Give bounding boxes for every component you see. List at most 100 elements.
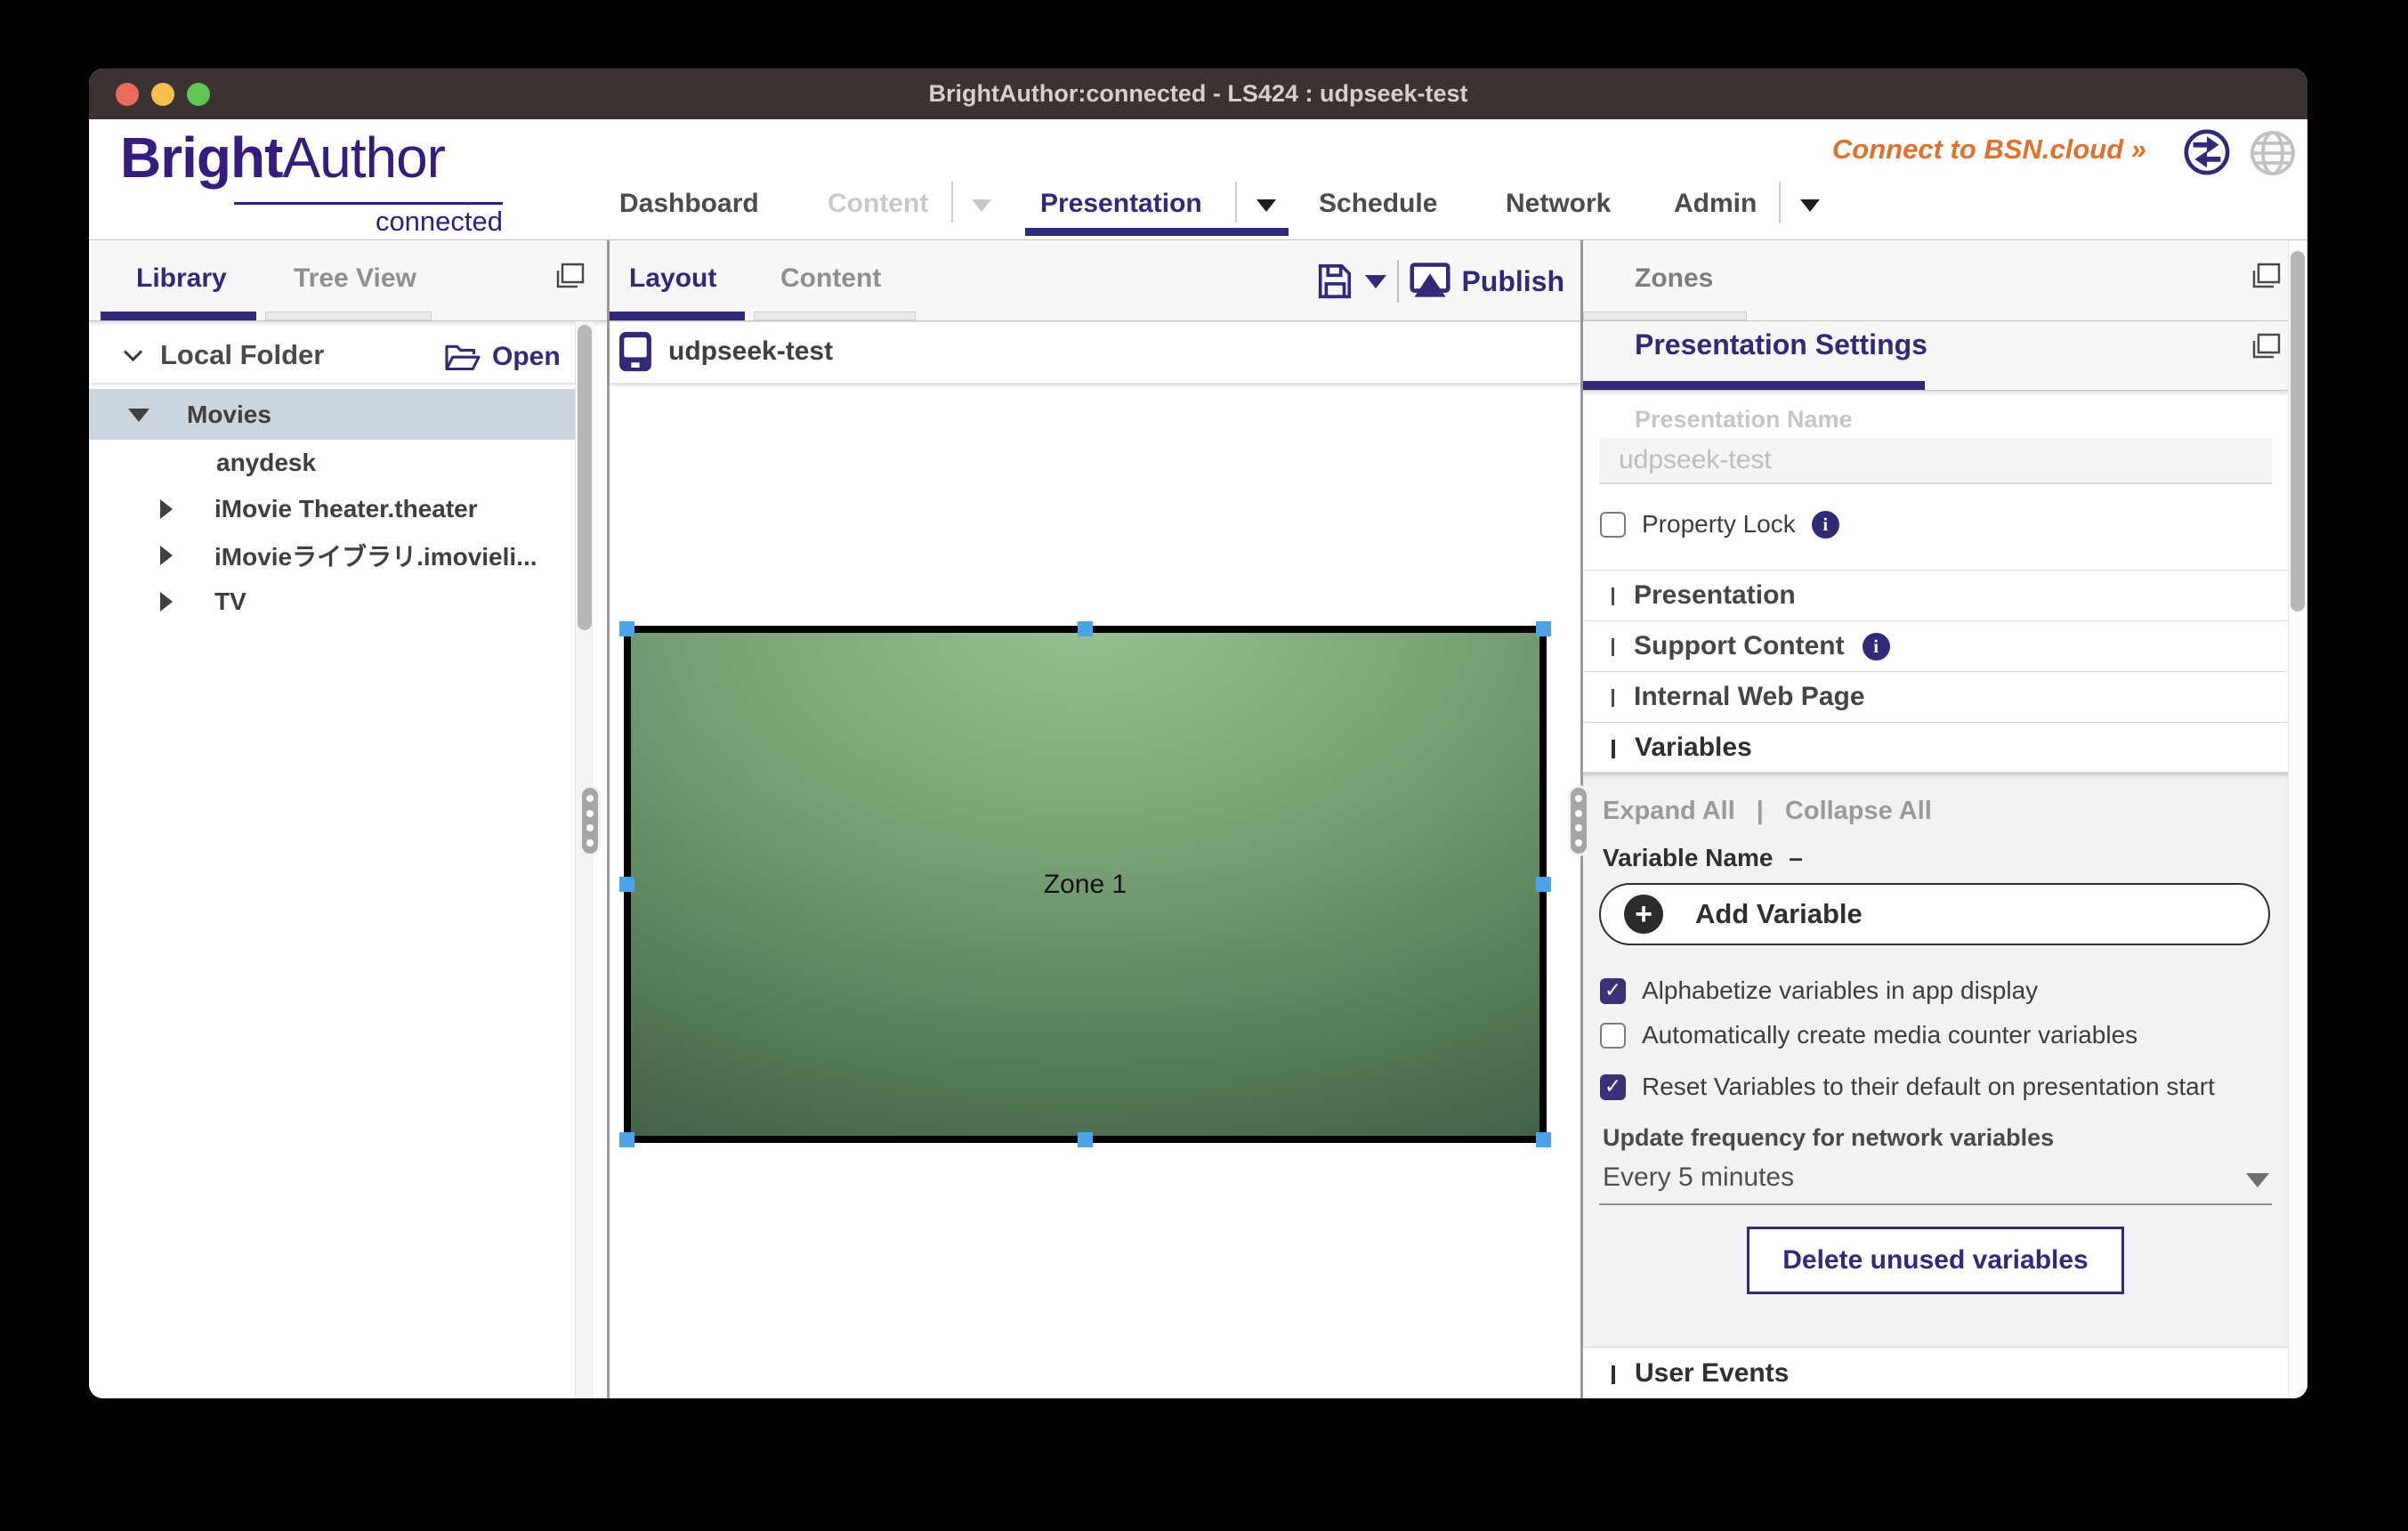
- section-support-content[interactable]: Support Content i: [1583, 620, 2307, 671]
- check-icon: ✓: [1604, 1077, 1621, 1098]
- info-icon[interactable]: i: [1863, 633, 1890, 660]
- settings-scrollbar[interactable]: [2288, 240, 2307, 1398]
- resize-handle-e[interactable]: [1536, 877, 1551, 892]
- triangle-collapsed-icon[interactable]: [160, 546, 173, 565]
- active-nav-underline: [1025, 228, 1289, 236]
- logo-underline: [234, 202, 503, 205]
- local-folder-row: Local Folder Open: [89, 329, 589, 384]
- layout-canvas-panel: Layout Content: [610, 240, 1580, 1398]
- tab-layout[interactable]: Layout: [629, 263, 716, 294]
- section-user-events[interactable]: User Events: [1583, 1347, 2307, 1398]
- folder-open-icon: [443, 341, 482, 373]
- publish-icon[interactable]: [1410, 262, 1450, 301]
- section-label: Support Content: [1634, 631, 1845, 661]
- nav-schedule[interactable]: Schedule: [1319, 189, 1437, 219]
- dropdown-caret-icon[interactable]: [2246, 1173, 2269, 1187]
- triangle-expanded-icon[interactable]: [128, 409, 149, 422]
- triangle-collapsed-icon[interactable]: [160, 592, 173, 612]
- logo-tagline: connected: [234, 206, 503, 238]
- resize-handle-w[interactable]: [619, 877, 634, 892]
- expand-all-link[interactable]: Expand All: [1603, 797, 1735, 826]
- nav-presentation[interactable]: Presentation: [1040, 189, 1202, 219]
- variable-name-sort-header[interactable]: Variable Name –: [1603, 844, 1803, 872]
- info-icon[interactable]: i: [1812, 511, 1839, 539]
- save-icon[interactable]: [1313, 261, 1354, 302]
- collapse-all-link[interactable]: Collapse All: [1785, 797, 1932, 826]
- resize-handle-ne[interactable]: [1536, 621, 1551, 636]
- nav-network[interactable]: Network: [1506, 189, 1611, 219]
- settings-scrollbar-thumb[interactable]: [2291, 251, 2305, 612]
- sidebar-scrollbar-thumb[interactable]: [578, 325, 592, 630]
- tree-item-tv[interactable]: TV: [89, 579, 575, 625]
- tree-item-imovie-theater[interactable]: iMovie Theater.theater: [89, 486, 575, 532]
- titlebar: BrightAuthor:connected - LS424 : udpseek…: [89, 69, 2307, 119]
- zone-1[interactable]: Zone 1: [624, 626, 1547, 1143]
- sidebar-tab-strip: Library Tree View: [89, 240, 607, 321]
- app-window: BrightAuthor:connected - LS424 : udpseek…: [89, 69, 2307, 1398]
- nav-separator: [951, 182, 953, 223]
- window-title: BrightAuthor:connected - LS424 : udpseek…: [89, 69, 2307, 119]
- open-button-label: Open: [492, 342, 561, 372]
- nav-dashboard[interactable]: Dashboard: [619, 189, 759, 219]
- undock-panel-icon[interactable]: [2250, 332, 2283, 360]
- presentation-settings-panel: Zones Presentation Settings Presentation…: [1583, 240, 2307, 1398]
- open-folder-button[interactable]: Open: [443, 329, 561, 384]
- delete-button-label: Delete unused variables: [1782, 1245, 2088, 1276]
- nav-content[interactable]: Content: [828, 189, 928, 219]
- sidebar-scrollbar[interactable]: [575, 321, 594, 1398]
- chevron-down-icon[interactable]: [1257, 199, 1276, 212]
- presentation-name: udpseek-test: [668, 322, 833, 381]
- nav-admin[interactable]: Admin: [1674, 189, 1757, 219]
- check-icon: ✓: [1604, 981, 1621, 1001]
- reset-variables-row: ✓ Reset Variables to their default on pr…: [1600, 1073, 2215, 1101]
- triangle-collapsed-icon[interactable]: [160, 499, 173, 519]
- presentation-name-input[interactable]: [1599, 438, 2272, 484]
- resize-handle-nw[interactable]: [619, 621, 634, 636]
- sidebar-splitter-grip[interactable]: [579, 785, 601, 856]
- chevron-down-icon[interactable]: [124, 343, 142, 361]
- resize-handle-s[interactable]: [1078, 1132, 1093, 1147]
- tab-content[interactable]: Content: [780, 263, 881, 294]
- section-label: Internal Web Page: [1634, 682, 1865, 712]
- update-frequency-select[interactable]: Every 5 minutes: [1603, 1162, 1794, 1193]
- connect-bsn-cloud-link[interactable]: Connect to BSN.cloud »: [1832, 134, 2146, 166]
- resize-handle-n[interactable]: [1078, 621, 1093, 636]
- settings-splitter-grip[interactable]: [1568, 785, 1589, 856]
- update-frequency-label: Update frequency for network variables: [1603, 1124, 2054, 1152]
- add-variable-label: Add Variable: [1695, 898, 1863, 930]
- network-transfer-icon[interactable]: [2183, 128, 2231, 176]
- alphabetize-variables-checkbox[interactable]: ✓: [1600, 978, 1626, 1004]
- add-variable-button[interactable]: + Add Variable: [1599, 883, 2270, 945]
- resize-handle-sw[interactable]: [619, 1132, 634, 1147]
- publish-button[interactable]: Publish: [1461, 265, 1564, 298]
- delete-unused-variables-button[interactable]: Delete unused variables: [1747, 1227, 2124, 1294]
- section-internal-web-page[interactable]: Internal Web Page: [1583, 671, 2307, 722]
- undock-panel-icon[interactable]: [2250, 262, 2283, 290]
- tree-item-anydesk[interactable]: anydesk: [89, 440, 575, 486]
- chevron-right-icon: [1612, 638, 1614, 656]
- property-lock-checkbox[interactable]: [1600, 512, 1626, 538]
- reset-variables-checkbox[interactable]: ✓: [1600, 1074, 1626, 1100]
- settings-tab-indicator: [1583, 381, 1925, 390]
- globe-icon[interactable]: [2248, 128, 2298, 178]
- chevron-down-icon[interactable]: [1800, 199, 1820, 212]
- tree-item-movies[interactable]: Movies: [89, 389, 575, 440]
- undock-panel-icon[interactable]: [554, 262, 586, 290]
- tab-tree-view[interactable]: Tree View: [294, 263, 416, 294]
- tree-item-label: anydesk: [216, 449, 316, 477]
- resize-handle-se[interactable]: [1536, 1132, 1551, 1147]
- tree-item-imovie-library[interactable]: iMovieライブラリ.imovieli...: [89, 532, 575, 579]
- media-counter-variables-checkbox[interactable]: [1600, 1023, 1626, 1049]
- tab-library[interactable]: Library: [136, 263, 227, 294]
- expand-collapse-controls: Expand All | Collapse All: [1603, 797, 1932, 826]
- logo-bright: Bright: [120, 126, 282, 190]
- layout-tab-indicator: [610, 312, 745, 320]
- section-presentation[interactable]: Presentation: [1583, 570, 2307, 620]
- checkbox-label: Alphabetize variables in app display: [1642, 976, 2038, 1005]
- chevron-down-icon[interactable]: [972, 199, 991, 212]
- zone-label: Zone 1: [631, 633, 1539, 1136]
- save-options-caret-icon[interactable]: [1365, 275, 1386, 288]
- media-counter-variables-row: Automatically create media counter varia…: [1600, 1021, 2137, 1049]
- section-variables[interactable]: Variables: [1583, 722, 2307, 773]
- toolbar-separator: [1397, 260, 1399, 303]
